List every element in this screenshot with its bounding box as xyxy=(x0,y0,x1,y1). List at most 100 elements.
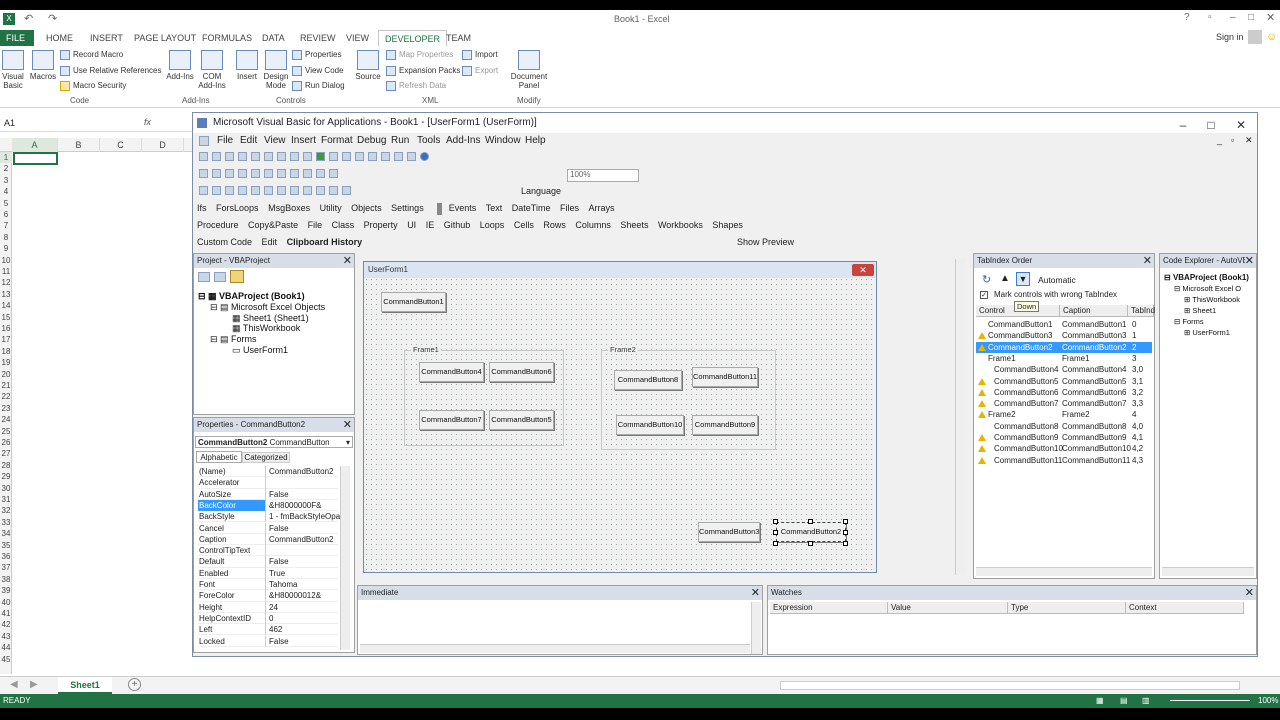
tool-icon-5[interactable] xyxy=(251,186,260,196)
row-header[interactable]: 5 xyxy=(0,198,12,209)
resize-handle-nw[interactable] xyxy=(773,519,778,524)
menu-property[interactable]: Property xyxy=(364,220,398,230)
commandbutton1[interactable]: CommandButton1 xyxy=(381,292,446,312)
tree-thisworkbook[interactable]: ▦ ThisWorkbook xyxy=(232,323,300,334)
maximize-icon[interactable]: □ xyxy=(1248,12,1254,23)
run-dialog-button[interactable]: Run Dialog xyxy=(292,81,345,91)
menu-view[interactable]: View xyxy=(264,135,286,146)
addins-button[interactable]: Add-Ins xyxy=(164,50,196,81)
menu-msgboxes[interactable]: MsgBoxes xyxy=(268,203,310,213)
property-row[interactable]: Font Tahoma xyxy=(198,579,338,591)
row-header[interactable]: 36 xyxy=(0,551,12,562)
row-header[interactable]: 18 xyxy=(0,346,12,357)
row-header[interactable]: 17 xyxy=(0,334,12,345)
row-header[interactable]: 26 xyxy=(0,437,12,448)
row-header[interactable]: 7 xyxy=(0,220,12,231)
property-value[interactable] xyxy=(267,477,341,488)
menu-ui[interactable]: UI xyxy=(407,220,416,230)
menu-arrays[interactable]: Arrays xyxy=(589,203,615,213)
row-header[interactable]: 15 xyxy=(0,312,12,323)
resize-handle-w[interactable] xyxy=(773,530,778,535)
redo-icon[interactable] xyxy=(303,152,312,162)
export-button[interactable]: Export xyxy=(462,66,498,76)
view-object-icon[interactable] xyxy=(214,272,226,282)
expansion-packs-button[interactable]: Expansion Packs xyxy=(386,66,460,76)
tabindex-row[interactable]: CommandButton11 CommandButton11 4,3 xyxy=(976,455,1152,466)
save-icon[interactable] xyxy=(225,152,234,162)
add-sheet-icon[interactable]: + xyxy=(128,678,141,691)
tool-icon-6[interactable] xyxy=(264,186,273,196)
row-header[interactable]: 12 xyxy=(0,277,12,288)
column-header-d[interactable]: D xyxy=(142,138,184,152)
designer-vscroll[interactable] xyxy=(955,259,965,575)
property-value[interactable]: &H80000012& xyxy=(267,590,341,601)
minimize-icon[interactable]: – xyxy=(1230,12,1236,23)
refresh-data-button[interactable]: Refresh Data xyxy=(386,81,446,91)
row-header[interactable]: 38 xyxy=(0,574,12,585)
resize-handle-n[interactable] xyxy=(808,519,813,524)
import-button[interactable]: Import xyxy=(462,50,498,60)
row-header[interactable]: 4 xyxy=(0,186,12,197)
language-menu[interactable]: Language xyxy=(521,186,561,196)
property-value[interactable]: CommandButton2 xyxy=(267,534,341,545)
design-mode-icon[interactable] xyxy=(355,152,364,162)
row-header[interactable]: 44 xyxy=(0,642,12,653)
property-row[interactable]: Accelerator xyxy=(198,477,341,489)
pause-icon[interactable] xyxy=(238,169,247,179)
property-row[interactable]: Left 462 xyxy=(198,624,338,636)
property-value[interactable]: 0 xyxy=(267,613,341,624)
back-icon[interactable] xyxy=(329,186,338,196)
page-break-view-icon[interactable]: ▥ xyxy=(1142,694,1150,708)
tab-file[interactable]: FILE xyxy=(0,30,34,46)
watch-header-value[interactable]: Value xyxy=(888,602,1008,614)
row-header[interactable]: 23 xyxy=(0,403,12,414)
excel-view-icon[interactable] xyxy=(199,152,208,162)
prev-sheet-icon[interactable]: ◀ xyxy=(10,679,18,690)
row-header[interactable]: 3 xyxy=(0,175,12,186)
sheet-tab-sheet1[interactable]: Sheet1 xyxy=(58,677,112,694)
row-header[interactable]: 21 xyxy=(0,380,12,391)
menu-shapes[interactable]: Shapes xyxy=(712,220,743,230)
row-header[interactable]: 2 xyxy=(0,163,12,174)
help-icon[interactable] xyxy=(420,152,429,162)
com-addins-button[interactable]: COM Add-Ins xyxy=(198,50,226,90)
tab-view[interactable]: VIEW xyxy=(340,30,375,46)
menu-loops[interactable]: Loops xyxy=(480,220,505,230)
document-panel-button[interactable]: Document Panel xyxy=(508,50,550,90)
commandbutton9[interactable]: CommandButton9 xyxy=(692,415,758,435)
watch-header-expression[interactable]: Expression xyxy=(770,602,888,614)
property-row[interactable]: Height 24 xyxy=(198,601,338,613)
menu-file[interactable]: File xyxy=(217,135,233,146)
commandbutton2-selected[interactable]: CommandButton2 xyxy=(776,522,846,542)
macro-security-button[interactable]: Macro Security xyxy=(60,81,126,91)
menu-forsloops[interactable]: ForsLoops xyxy=(216,203,259,213)
group-icon[interactable] xyxy=(277,169,286,179)
zoom-level[interactable]: 100% xyxy=(1258,694,1278,708)
macros-button[interactable]: Macros xyxy=(28,50,58,81)
row-header[interactable]: 22 xyxy=(0,391,12,402)
menu-window[interactable]: Window xyxy=(485,135,521,146)
menu-events[interactable]: Events xyxy=(449,203,477,213)
zoom-slider[interactable] xyxy=(1170,700,1250,701)
next-sheet-icon[interactable]: ▶ xyxy=(30,679,38,690)
undo-icon[interactable] xyxy=(290,152,299,162)
property-value[interactable]: False xyxy=(267,523,341,534)
tool-icon-4[interactable] xyxy=(238,186,247,196)
find-icon[interactable] xyxy=(277,152,286,162)
menu-columns[interactable]: Columns xyxy=(575,220,611,230)
tool-icon-7[interactable] xyxy=(277,186,286,196)
redo-icon[interactable]: ↷ xyxy=(48,12,57,25)
column-header-c[interactable]: C xyxy=(100,138,142,152)
row-header[interactable]: 37 xyxy=(0,562,12,573)
property-value[interactable]: False xyxy=(267,636,341,647)
property-row[interactable]: Caption CommandButton2 xyxy=(198,533,341,546)
tabindex-row[interactable]: CommandButton8 CommandButton8 4,0 xyxy=(976,421,1152,432)
property-value[interactable]: False xyxy=(267,556,341,567)
property-row[interactable]: (Name) CommandButton2 xyxy=(198,466,338,478)
object-combo[interactable]: CommandButton2 CommandButton ▾ xyxy=(195,436,353,448)
center-icon[interactable] xyxy=(316,169,325,179)
tabindex-row[interactable]: CommandButton2 CommandButton2 2 xyxy=(976,341,1152,353)
menu-utility[interactable]: Utility xyxy=(320,203,342,213)
child-restore-icon[interactable]: ▫ xyxy=(1231,135,1234,145)
watches-close-icon[interactable]: ✕ xyxy=(1245,586,1254,600)
